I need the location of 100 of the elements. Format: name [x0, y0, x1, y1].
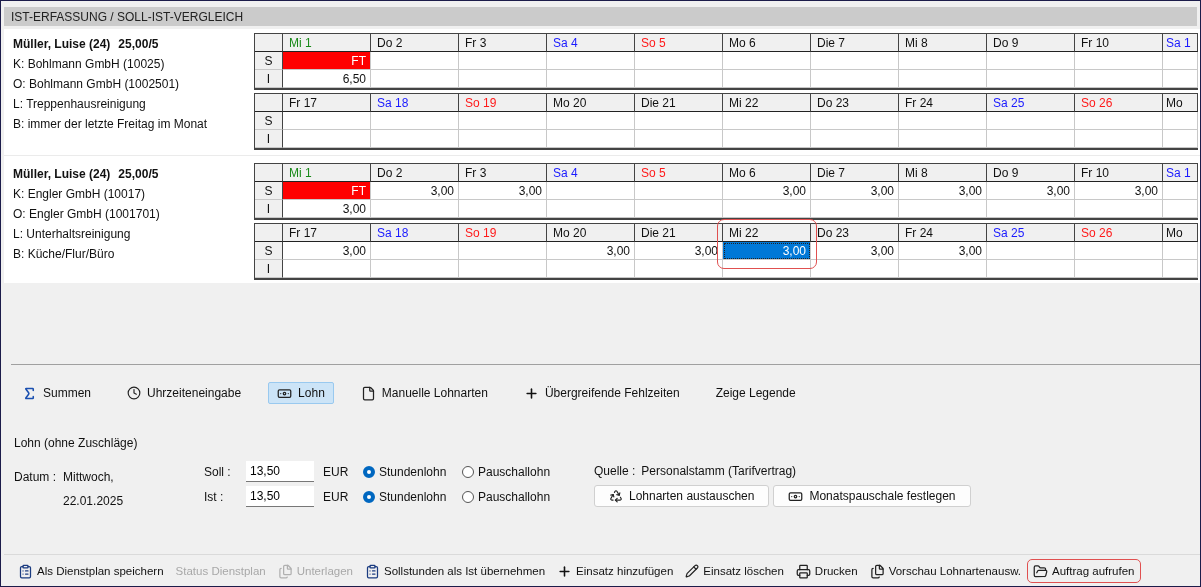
- hours-cell[interactable]: 3,00: [547, 242, 635, 260]
- radio-label[interactable]: Pauschallohn: [478, 489, 551, 504]
- hours-cell[interactable]: [635, 112, 723, 130]
- tab[interactable]: Lohn: [268, 382, 334, 404]
- hours-cell[interactable]: 3,00: [1075, 182, 1163, 200]
- hours-cell[interactable]: 3,00: [283, 242, 371, 260]
- hours-cell[interactable]: [459, 70, 547, 88]
- hours-cell[interactable]: [635, 70, 723, 88]
- hours-cell[interactable]: [371, 200, 459, 218]
- hours-cell[interactable]: [1075, 70, 1163, 88]
- hours-cell[interactable]: [899, 52, 987, 70]
- tab[interactable]: Übergreifende Fehlzeiten: [514, 382, 689, 404]
- toolbar-button[interactable]: Drucken: [789, 559, 864, 583]
- hours-cell[interactable]: [811, 112, 899, 130]
- hours-cell[interactable]: [283, 130, 371, 148]
- hours-cell[interactable]: FT: [283, 52, 371, 70]
- radio-button[interactable]: [462, 490, 474, 503]
- hours-cell[interactable]: [371, 112, 459, 130]
- hours-cell[interactable]: [987, 242, 1075, 260]
- hours-cell[interactable]: [459, 242, 547, 260]
- hours-cell[interactable]: [547, 182, 635, 200]
- hours-cell[interactable]: [371, 130, 459, 148]
- hours-cell[interactable]: [899, 70, 987, 88]
- hours-cell[interactable]: 3,00: [371, 182, 459, 200]
- hours-cell[interactable]: [371, 70, 459, 88]
- hours-cell[interactable]: 3,00: [283, 200, 371, 218]
- hours-cell[interactable]: [1075, 130, 1163, 148]
- tab[interactable]: Zeige Legende: [706, 382, 805, 404]
- hours-cell[interactable]: 3,00: [987, 182, 1075, 200]
- amount-field[interactable]: 13,50: [246, 486, 314, 507]
- hours-cell[interactable]: [547, 52, 635, 70]
- radio-button[interactable]: [462, 465, 474, 478]
- hours-cell[interactable]: [1075, 242, 1163, 260]
- radio-button[interactable]: [363, 465, 375, 478]
- radio-button[interactable]: [363, 490, 375, 503]
- hours-cell[interactable]: [1163, 70, 1198, 88]
- tab[interactable]: Summen: [13, 382, 101, 404]
- hours-cell[interactable]: [899, 200, 987, 218]
- hours-cell[interactable]: [899, 260, 987, 278]
- radio-label[interactable]: Stundenlohn: [379, 489, 447, 504]
- tab[interactable]: Uhrzeiteneingabe: [118, 382, 251, 404]
- hours-cell[interactable]: [1163, 200, 1198, 218]
- hours-cell[interactable]: [899, 130, 987, 148]
- toolbar-button[interactable]: Einsatz löschen: [679, 559, 790, 583]
- hours-cell[interactable]: [811, 200, 899, 218]
- hours-cell[interactable]: [371, 242, 459, 260]
- hours-cell[interactable]: 3,00: [811, 182, 899, 200]
- hours-cell[interactable]: [547, 130, 635, 148]
- toolbar-button[interactable]: Einsatz hinzufügen: [551, 559, 680, 583]
- action-button[interactable]: Lohnarten austauschen: [594, 485, 770, 507]
- hours-cell[interactable]: [635, 130, 723, 148]
- hours-cell[interactable]: [459, 260, 547, 278]
- hours-cell[interactable]: [371, 52, 459, 70]
- hours-cell[interactable]: 3,00: [723, 242, 811, 260]
- hours-cell[interactable]: [459, 200, 547, 218]
- hours-cell[interactable]: 6,50: [283, 70, 371, 88]
- hours-cell[interactable]: [987, 260, 1075, 278]
- hours-cell[interactable]: [1075, 260, 1163, 278]
- hours-cell[interactable]: [547, 70, 635, 88]
- hours-cell[interactable]: [635, 52, 723, 70]
- hours-cell[interactable]: [547, 112, 635, 130]
- hours-cell[interactable]: [987, 200, 1075, 218]
- hours-cell[interactable]: [459, 112, 547, 130]
- hours-cell[interactable]: [811, 70, 899, 88]
- radio-label[interactable]: Pauschallohn: [478, 464, 551, 479]
- hours-cell[interactable]: [811, 52, 899, 70]
- hours-cell[interactable]: [811, 130, 899, 148]
- hours-cell[interactable]: FT: [283, 182, 371, 200]
- hours-cell[interactable]: [635, 260, 723, 278]
- hours-cell[interactable]: 3,00: [899, 242, 987, 260]
- hours-cell[interactable]: [1163, 182, 1198, 200]
- hours-cell[interactable]: [1075, 112, 1163, 130]
- hours-cell[interactable]: [987, 112, 1075, 130]
- hours-cell[interactable]: [723, 52, 811, 70]
- hours-cell[interactable]: 3,00: [459, 182, 547, 200]
- hours-cell[interactable]: [723, 70, 811, 88]
- tab[interactable]: Manuelle Lohnarten: [351, 382, 497, 404]
- hours-cell[interactable]: [283, 260, 371, 278]
- hours-cell[interactable]: [635, 200, 723, 218]
- hours-cell[interactable]: [635, 182, 723, 200]
- hours-cell[interactable]: [1163, 242, 1198, 260]
- hours-cell[interactable]: [987, 130, 1075, 148]
- hours-cell[interactable]: [723, 200, 811, 218]
- hours-cell[interactable]: [1163, 52, 1198, 70]
- hours-cell[interactable]: 3,00: [811, 242, 899, 260]
- hours-cell[interactable]: [987, 70, 1075, 88]
- hours-cell[interactable]: [459, 130, 547, 148]
- hours-cell[interactable]: 3,00: [899, 182, 987, 200]
- hours-cell[interactable]: [1163, 130, 1198, 148]
- hours-cell[interactable]: [723, 130, 811, 148]
- hours-cell[interactable]: [723, 112, 811, 130]
- radio-label[interactable]: Stundenlohn: [379, 464, 447, 479]
- hours-cell[interactable]: [811, 260, 899, 278]
- hours-cell[interactable]: [283, 112, 371, 130]
- hours-cell[interactable]: [987, 52, 1075, 70]
- hours-cell[interactable]: [1075, 200, 1163, 218]
- hours-cell[interactable]: [899, 112, 987, 130]
- hours-cell[interactable]: 3,00: [723, 182, 811, 200]
- amount-field[interactable]: 13,50: [246, 461, 314, 482]
- hours-cell[interactable]: [459, 52, 547, 70]
